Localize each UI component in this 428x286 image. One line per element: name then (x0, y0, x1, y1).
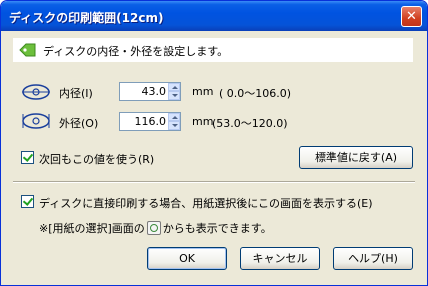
outer-range: (53.0～120.0) (212, 117, 288, 130)
outer-spin-down-button[interactable] (168, 121, 180, 130)
ok-button[interactable]: OK (147, 247, 227, 270)
outer-diameter-label: 外径(O) (59, 117, 99, 130)
separator (13, 181, 415, 183)
outer-diameter-value[interactable]: 116.0 (135, 115, 167, 128)
inner-spin-up-button[interactable] (168, 83, 180, 91)
note-prefix: ※[用紙の選択]画面の (39, 222, 145, 235)
title-bar[interactable]: ディスクの印刷範囲(12cm) ✕ (1, 1, 427, 31)
reuse-values-label[interactable]: 次回もこの値を使う(R) (39, 151, 154, 167)
inner-spin-down-button[interactable] (168, 91, 180, 100)
reuse-values-checkbox[interactable] (21, 151, 34, 164)
outer-unit: mm (192, 115, 214, 128)
show-dialog-label[interactable]: ディスクに直接印刷する場合、用紙選択後にこの画面を表示する(E) (39, 195, 373, 211)
help-button[interactable]: ヘルプ(H) (333, 247, 413, 270)
dialog-window: ディスクの印刷範囲(12cm) ✕ ディスクの内径・外径を設定します。 内径(I… (0, 0, 428, 286)
inner-diameter-spinner[interactable]: 43.0 (119, 82, 181, 101)
inner-range: ( 0.0～106.0) (219, 87, 292, 100)
note-text: ※[用紙の選択]画面の からも表示できます。 (39, 220, 272, 236)
cancel-button[interactable]: キャンセル (240, 247, 320, 270)
inner-unit: mm (192, 85, 214, 98)
restore-defaults-button[interactable]: 標準値に戻す(A) (299, 146, 413, 169)
outer-diameter-icon (22, 113, 50, 129)
window-title: ディスクの印刷範囲(12cm) (9, 11, 164, 25)
close-button[interactable]: ✕ (401, 6, 422, 27)
outer-diameter-spinner[interactable]: 116.0 (119, 112, 181, 131)
inner-diameter-label: 内径(I) (59, 87, 93, 100)
tag-icon (19, 43, 36, 57)
outer-spin-up-button[interactable] (168, 113, 180, 121)
inner-diameter-value[interactable]: 43.0 (142, 85, 167, 98)
show-dialog-checkbox[interactable] (21, 195, 34, 208)
inner-diameter-icon (22, 84, 50, 100)
info-text: ディスクの内径・外径を設定します。 (43, 45, 229, 58)
disc-settings-icon (146, 221, 161, 235)
note-suffix: からも表示できます。 (162, 222, 272, 235)
info-banner: ディスクの内径・外径を設定します。 (13, 38, 413, 62)
